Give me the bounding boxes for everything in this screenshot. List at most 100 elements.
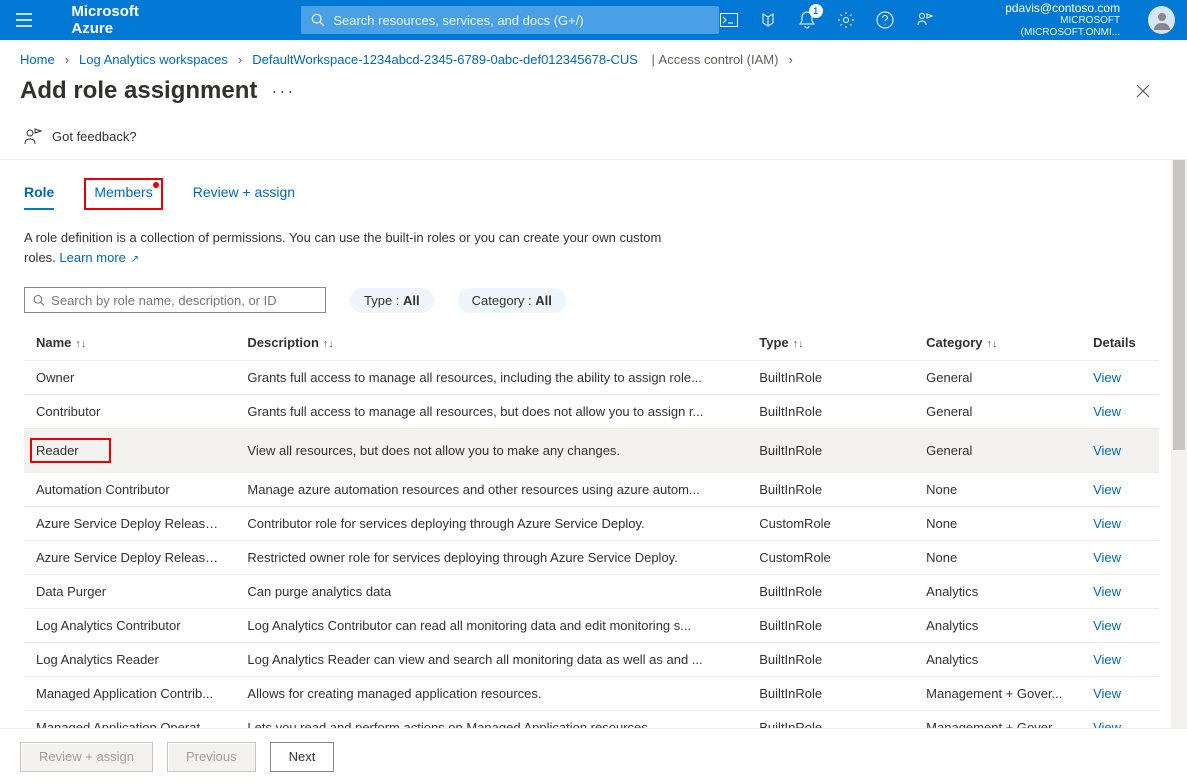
role-description-cell: Manage azure automation resources and ot… bbox=[235, 473, 747, 507]
feedback-link[interactable]: Got feedback? bbox=[52, 129, 137, 144]
view-details-link[interactable]: View bbox=[1093, 516, 1121, 531]
table-row[interactable]: Data PurgerCan purge analytics dataBuilt… bbox=[24, 575, 1159, 609]
breadcrumb-iam: | Access control (IAM) bbox=[648, 52, 779, 67]
table-row[interactable]: Managed Application Contrib...Allows for… bbox=[24, 677, 1159, 711]
global-search[interactable] bbox=[301, 6, 719, 34]
role-category-cell: Analytics bbox=[914, 609, 1081, 643]
role-type-cell: CustomRole bbox=[747, 507, 914, 541]
next-button[interactable]: Next bbox=[270, 742, 335, 772]
hamburger-menu-icon[interactable] bbox=[12, 8, 35, 32]
view-details-link[interactable]: View bbox=[1093, 584, 1121, 599]
notification-badge: 1 bbox=[809, 4, 823, 18]
scrollbar-track[interactable] bbox=[1171, 160, 1187, 780]
role-search[interactable] bbox=[24, 287, 326, 313]
role-category-cell: Analytics bbox=[914, 643, 1081, 677]
category-filter[interactable]: Category : All bbox=[458, 288, 566, 313]
role-type-cell: BuiltInRole bbox=[747, 429, 914, 473]
view-details-link[interactable]: View bbox=[1093, 686, 1121, 701]
table-row[interactable]: Azure Service Deploy Release ...Contribu… bbox=[24, 507, 1159, 541]
table-row[interactable]: Azure Service Deploy Release ...Restrict… bbox=[24, 541, 1159, 575]
feedback-icon[interactable] bbox=[915, 10, 934, 30]
role-description-cell: View all resources, but does not allow y… bbox=[235, 429, 747, 473]
role-category-cell: None bbox=[914, 541, 1081, 575]
role-description-text: A role definition is a collection of per… bbox=[24, 210, 664, 271]
role-description-cell: Restricted owner role for services deplo… bbox=[235, 541, 747, 575]
role-type-cell: CustomRole bbox=[747, 541, 914, 575]
learn-more-link[interactable]: Learn more ↗ bbox=[59, 250, 139, 265]
sort-icon: ↑↓ bbox=[987, 338, 998, 350]
avatar[interactable] bbox=[1148, 6, 1175, 34]
role-category-cell: None bbox=[914, 507, 1081, 541]
role-description-cell: Can purge analytics data bbox=[235, 575, 747, 609]
column-header-type[interactable]: Type↑↓ bbox=[747, 327, 914, 361]
breadcrumb-default-workspace[interactable]: DefaultWorkspace-1234abcd-2345-6789-0abc… bbox=[252, 52, 638, 67]
view-details-link[interactable]: View bbox=[1093, 482, 1121, 497]
person-feedback-icon bbox=[24, 127, 42, 145]
view-details-link[interactable]: View bbox=[1093, 404, 1121, 419]
view-details-link[interactable]: View bbox=[1093, 550, 1121, 565]
role-name-cell: Reader bbox=[24, 429, 235, 473]
type-filter[interactable]: Type : All bbox=[350, 288, 434, 313]
table-row[interactable]: Automation ContributorManage azure autom… bbox=[24, 473, 1159, 507]
view-details-link[interactable]: View bbox=[1093, 370, 1121, 385]
role-name-cell: Contributor bbox=[24, 395, 235, 429]
role-search-input[interactable] bbox=[51, 293, 317, 308]
column-header-category[interactable]: Category↑↓ bbox=[914, 327, 1081, 361]
view-details-link[interactable]: View bbox=[1093, 618, 1121, 633]
global-search-input[interactable] bbox=[333, 13, 709, 28]
breadcrumb-workspaces[interactable]: Log Analytics workspaces bbox=[79, 52, 228, 67]
scrollbar-thumb[interactable] bbox=[1173, 160, 1185, 450]
column-header-details: Details bbox=[1081, 327, 1159, 361]
more-actions-button[interactable]: ··· bbox=[271, 81, 295, 102]
table-row[interactable]: Reader View all resources, but does not a… bbox=[24, 429, 1159, 473]
tab-role[interactable]: Role bbox=[24, 178, 54, 210]
column-header-description[interactable]: Description↑↓ bbox=[235, 327, 747, 361]
view-details-link[interactable]: View bbox=[1093, 443, 1121, 458]
chevron-right-icon: › bbox=[788, 52, 792, 67]
table-row[interactable]: Log Analytics ReaderLog Analytics Reader… bbox=[24, 643, 1159, 677]
role-name-cell: Azure Service Deploy Release ... bbox=[24, 507, 235, 541]
tab-members-highlight: Members bbox=[84, 178, 162, 210]
role-description-cell: Contributor role for services deploying … bbox=[235, 507, 747, 541]
role-name-cell: Log Analytics Contributor bbox=[24, 609, 235, 643]
role-description-cell: Grants full access to manage all resourc… bbox=[235, 361, 747, 395]
role-type-cell: BuiltInRole bbox=[747, 395, 914, 429]
role-name-cell: Azure Service Deploy Release ... bbox=[24, 541, 235, 575]
previous-button: Previous bbox=[167, 742, 256, 772]
role-name-highlight: Reader bbox=[30, 438, 111, 463]
chevron-right-icon: › bbox=[65, 52, 69, 67]
breadcrumb: Home › Log Analytics workspaces › Defaul… bbox=[0, 40, 1187, 73]
role-type-cell: BuiltInRole bbox=[747, 361, 914, 395]
role-category-cell: None bbox=[914, 473, 1081, 507]
review-assign-button: Review + assign bbox=[20, 742, 153, 772]
breadcrumb-home[interactable]: Home bbox=[20, 52, 55, 67]
close-icon bbox=[1136, 84, 1150, 98]
table-row[interactable]: OwnerGrants full access to manage all re… bbox=[24, 361, 1159, 395]
account-tenant: MICROSOFT (MICROSOFT.ONMI... bbox=[964, 15, 1120, 39]
tab-review-assign[interactable]: Review + assign bbox=[193, 178, 295, 210]
role-type-cell: BuiltInRole bbox=[747, 609, 914, 643]
role-name-cell: Owner bbox=[24, 361, 235, 395]
close-button[interactable] bbox=[1131, 79, 1155, 103]
roles-table: Name↑↓ Description↑↓ Type↑↓ Category↑↓ D… bbox=[24, 327, 1159, 745]
cloud-shell-icon[interactable] bbox=[719, 10, 738, 30]
column-header-name[interactable]: Name↑↓ bbox=[24, 327, 235, 361]
page-title: Add role assignment bbox=[20, 77, 257, 105]
account-info[interactable]: pdavis@contoso.com MICROSOFT (MICROSOFT.… bbox=[964, 1, 1120, 39]
view-details-link[interactable]: View bbox=[1093, 652, 1121, 667]
tab-members[interactable]: Members bbox=[94, 184, 152, 200]
chevron-right-icon: › bbox=[238, 52, 242, 67]
role-name-cell: Data Purger bbox=[24, 575, 235, 609]
table-row[interactable]: ContributorGrants full access to manage … bbox=[24, 395, 1159, 429]
sort-icon: ↑↓ bbox=[75, 338, 86, 350]
account-email: pdavis@contoso.com bbox=[964, 1, 1120, 15]
settings-gear-icon[interactable] bbox=[837, 10, 856, 30]
directories-icon[interactable] bbox=[758, 10, 777, 30]
table-row[interactable]: Log Analytics ContributorLog Analytics C… bbox=[24, 609, 1159, 643]
help-icon[interactable] bbox=[876, 10, 895, 30]
role-name-cell: Managed Application Contrib... bbox=[24, 677, 235, 711]
notifications-icon[interactable]: 1 bbox=[797, 10, 816, 30]
role-type-cell: BuiltInRole bbox=[747, 643, 914, 677]
role-description-cell: Log Analytics Reader can view and search… bbox=[235, 643, 747, 677]
brand-label: Microsoft Azure bbox=[71, 3, 181, 37]
